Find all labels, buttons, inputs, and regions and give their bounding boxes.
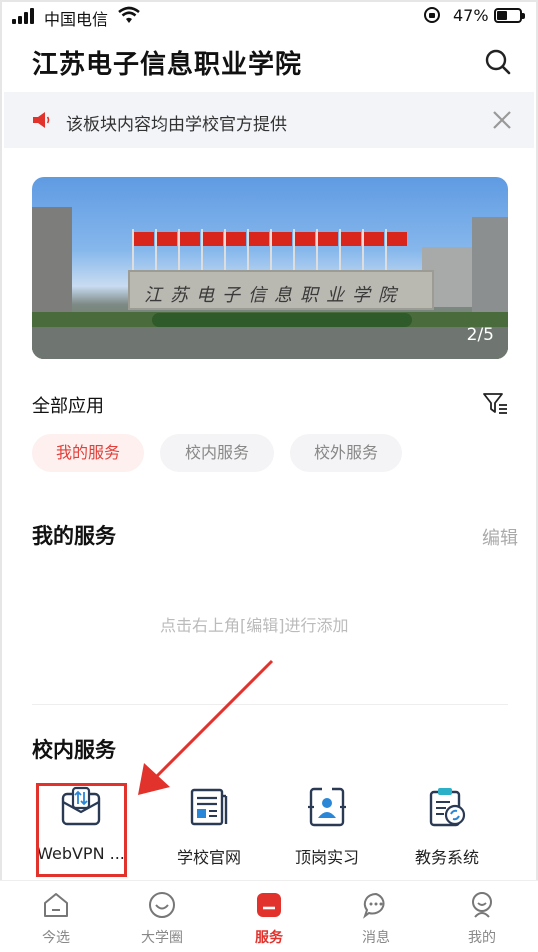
road <box>32 327 508 359</box>
wifi-icon <box>118 6 140 23</box>
internship-icon <box>308 787 346 827</box>
tab-services[interactable]: 服务 <box>219 881 319 952</box>
page-title: 江苏电子信息职业学院 <box>32 50 303 80</box>
tab-profile[interactable]: 我的 <box>432 881 532 952</box>
bottom-tab-bar: 今选 大学圈 服务 消息 我的 <box>0 880 538 952</box>
close-icon[interactable] <box>492 110 512 130</box>
tab-today[interactable]: 今选 <box>6 881 106 952</box>
flag <box>295 232 315 246</box>
flag <box>364 232 384 246</box>
notice-text: 该板块内容均由学校官方提供 <box>66 115 287 135</box>
signal-icon <box>12 8 38 24</box>
app-label: 顶岗实习 <box>294 848 359 867</box>
battery-icon <box>494 8 525 23</box>
flag <box>318 232 338 246</box>
tab-label: 今选 <box>42 930 70 946</box>
app-academic-system[interactable]: 教务系统 <box>388 780 506 876</box>
flag <box>387 232 407 246</box>
chip-my-services[interactable]: 我的服务 <box>32 434 144 472</box>
campus-sign-text: 江苏电子信息职业学院 <box>144 285 404 306</box>
carrier-name: 中国电信 <box>44 10 109 29</box>
flag <box>341 232 361 246</box>
flag <box>203 232 223 246</box>
app-label: 教务系统 <box>414 848 479 867</box>
campus-banner[interactable]: 江苏电子信息职业学院 2/5 <box>32 177 508 359</box>
my-services-title: 我的服务 <box>32 524 116 548</box>
flag <box>226 232 246 246</box>
battery-percent: 47% <box>453 6 489 25</box>
tab-label: 大学圈 <box>141 930 183 946</box>
campus-services-title: 校内服务 <box>32 738 116 762</box>
speaker-icon <box>33 112 50 128</box>
profile-icon <box>472 892 492 918</box>
filter-icon[interactable] <box>482 392 508 416</box>
service-icon <box>257 893 281 917</box>
notice-bar: 该板块内容均由学校官方提供 <box>4 92 534 148</box>
all-apps-label: 全部应用 <box>32 396 104 417</box>
home-icon <box>44 893 68 917</box>
orientation-lock-icon <box>424 7 440 23</box>
search-icon[interactable] <box>484 48 512 76</box>
app-internship[interactable]: 顶岗实习 <box>268 780 386 876</box>
flag <box>157 232 177 246</box>
hedge <box>152 313 412 327</box>
app-label: 学校官网 <box>176 848 241 867</box>
academic-system-icon <box>429 788 466 827</box>
tab-label: 消息 <box>362 930 390 946</box>
flag <box>180 232 200 246</box>
edit-button[interactable]: 编辑 <box>482 524 518 550</box>
tab-messages[interactable]: 消息 <box>326 881 426 952</box>
smile-icon <box>149 892 175 918</box>
campus-sign: 江苏电子信息职业学院 <box>128 270 434 310</box>
flag <box>272 232 292 246</box>
flag <box>249 232 269 246</box>
chip-external-services[interactable]: 校外服务 <box>290 434 402 472</box>
tab-campus-circle[interactable]: 大学圈 <box>112 881 212 952</box>
tab-label: 服务 <box>255 930 283 946</box>
highlight-box <box>36 783 127 877</box>
message-icon <box>363 892 385 919</box>
building-left <box>32 207 72 317</box>
empty-hint: 点击右上角[编辑]进行添加 <box>160 616 349 635</box>
annotation-arrow <box>138 659 274 795</box>
building-right <box>472 217 508 312</box>
flag <box>134 232 154 246</box>
banner-pager: 2/5 <box>466 325 494 345</box>
status-bar: 中国电信 47% <box>0 0 538 32</box>
chip-campus-services[interactable]: 校内服务 <box>160 434 274 472</box>
tab-label: 我的 <box>468 930 496 946</box>
